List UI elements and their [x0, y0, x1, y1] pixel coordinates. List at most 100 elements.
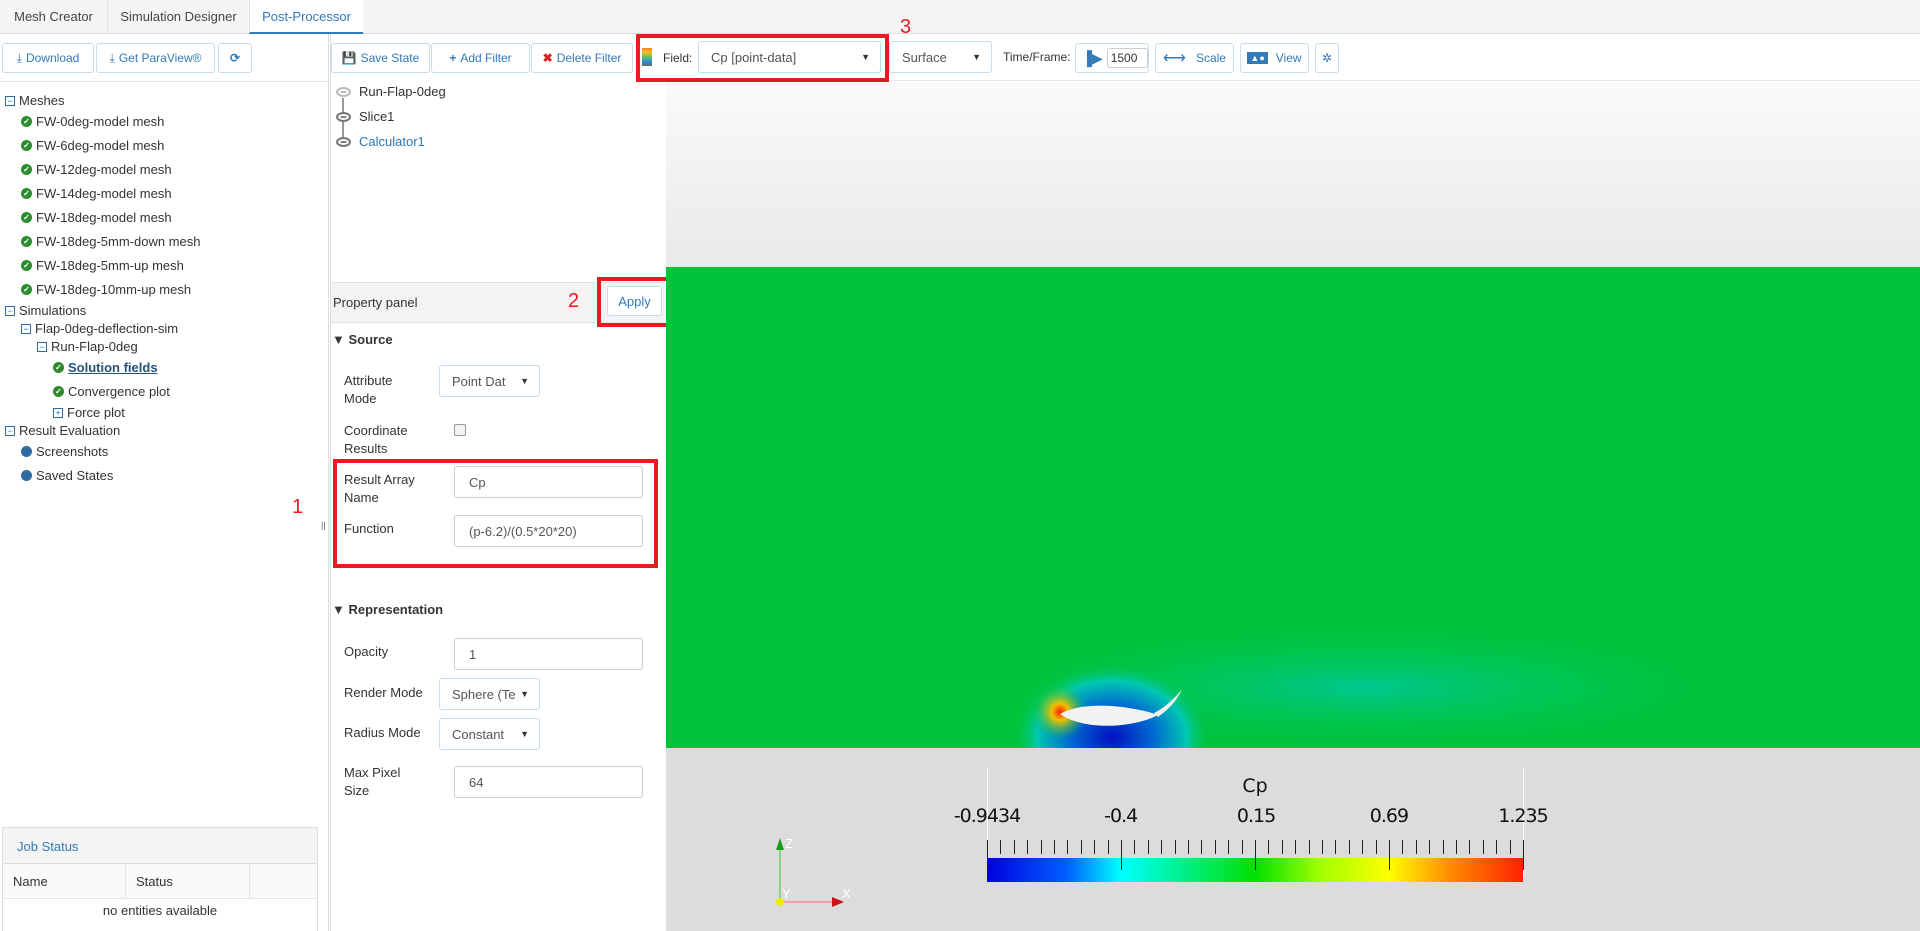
plus-icon: +: [449, 51, 457, 65]
tree-item-mesh[interactable]: ✓ FW-18deg-10mm-up mesh: [21, 282, 191, 297]
opacity-input[interactable]: 1: [454, 638, 643, 670]
check-circle-icon: ✓: [21, 284, 32, 295]
reset-camera-button[interactable]: ✲: [1315, 43, 1339, 73]
tab-simulation-designer[interactable]: Simulation Designer: [107, 0, 249, 34]
tree-item-result[interactable]: Saved States: [21, 468, 113, 483]
max-pixel-size-input[interactable]: 64: [454, 766, 643, 798]
colorbar-tick: [1375, 840, 1377, 854]
tree-item-label: FW-18deg-10mm-up mesh: [36, 282, 192, 297]
colorbar-tick: [1228, 840, 1230, 854]
collapse-icon[interactable]: −: [5, 305, 15, 316]
save-state-button[interactable]: 💾 Save State: [331, 43, 430, 73]
attribute-mode-value: Point Dat: [452, 373, 506, 389]
pipeline-item[interactable]: Slice1: [336, 109, 394, 124]
coordinate-results-checkbox[interactable]: [454, 424, 466, 436]
add-filter-button[interactable]: + Add Filter: [431, 43, 530, 73]
download-label: Download: [25, 51, 80, 65]
time-frame-input[interactable]: 1500: [1106, 48, 1148, 68]
colorbar-tick: [1362, 840, 1364, 854]
tree-node-simulation[interactable]: − Flap-0deg-deflection-sim: [21, 321, 178, 336]
job-status-title: Job Status: [3, 828, 317, 864]
tree-item-label: Force plot: [67, 405, 125, 420]
attribute-mode-label: Attribute Mode: [344, 373, 393, 406]
tree-item-mesh[interactable]: ✓ FW-0deg-model mesh: [21, 114, 164, 129]
tree-item-label: FW-18deg-5mm-up mesh: [36, 258, 184, 273]
get-paraview-button[interactable]: ⤓ Get ParaView®: [96, 43, 215, 73]
play-icon[interactable]: ▐▶: [1082, 50, 1103, 67]
column-header-status[interactable]: Status: [126, 864, 250, 898]
colorbar-tick: [1255, 840, 1256, 870]
source-section-toggle[interactable]: ▼ Source: [332, 331, 393, 349]
tree-node-run[interactable]: − Run-Flap-0deg: [37, 339, 138, 354]
colorbar-tick: [1027, 840, 1029, 854]
pipeline-item[interactable]: Run-Flap-0deg: [336, 84, 446, 99]
eye-icon[interactable]: [336, 136, 351, 147]
colorbar-tick: [1147, 840, 1149, 854]
refresh-button[interactable]: ⟳: [218, 43, 252, 73]
collapse-icon[interactable]: −: [37, 341, 47, 352]
delete-filter-button[interactable]: ✖ Delete Filter: [531, 43, 633, 73]
reset-camera-icon: ✲: [1321, 51, 1333, 65]
tree-item-solution-fields[interactable]: ✓ Solution fields: [53, 360, 158, 375]
colorbar-tick: [1281, 840, 1283, 854]
scale-label: Scale: [1195, 51, 1226, 65]
column-header-name[interactable]: Name: [3, 864, 126, 898]
eye-icon[interactable]: [336, 111, 351, 122]
save-state-label: Save State: [360, 51, 420, 65]
radius-mode-select[interactable]: Constant ▼: [439, 718, 540, 750]
tree-item-label: FW-14deg-model mesh: [36, 186, 172, 201]
tab-post-processor[interactable]: Post-Processor: [249, 0, 363, 34]
colorbar-tick: [1268, 840, 1270, 854]
tree-item-mesh[interactable]: ✓ FW-18deg-model mesh: [21, 210, 172, 225]
tree-item-mesh[interactable]: ✓ FW-12deg-model mesh: [21, 162, 172, 177]
attribute-mode-select[interactable]: Point Dat ▼: [439, 365, 540, 397]
colorbar-tick: [1295, 840, 1297, 854]
render-view[interactable]: Cp -0.9434 -0.4 0.15 0.69 1.235 Z Y X: [666, 82, 1920, 931]
colorbar-tick: [1496, 840, 1498, 854]
property-panel-title: Property panel: [333, 295, 418, 310]
job-status-panel: Job Status Name Status no entities avail…: [2, 827, 318, 931]
tree-item-label: Run-Flap-0deg: [51, 339, 138, 354]
colorbar-tick: [1174, 840, 1176, 854]
render-mode-select[interactable]: Sphere (Te ▼: [439, 678, 540, 710]
representation-section-toggle[interactable]: ▼ Representation: [332, 601, 443, 619]
tree-node-simulations[interactable]: − Simulations: [5, 303, 86, 318]
colorbar-tick: [1308, 840, 1310, 854]
pipeline-item[interactable]: Calculator1: [336, 134, 425, 149]
scale-button[interactable]: ⟷ Scale: [1155, 43, 1234, 73]
tree-item-mesh[interactable]: ✓ FW-18deg-5mm-down mesh: [21, 234, 200, 249]
tree-item-mesh[interactable]: ✓ FW-6deg-model mesh: [21, 138, 164, 153]
splitter-handle[interactable]: ||: [321, 520, 326, 530]
tree-node-meshes[interactable]: − Meshes: [5, 93, 65, 108]
representation-title: Representation: [348, 602, 444, 617]
tree-item-mesh[interactable]: ✓ FW-18deg-5mm-up mesh: [21, 258, 184, 273]
colorbar-title: Cp: [1242, 775, 1268, 797]
tab-mesh-creator[interactable]: Mesh Creator: [0, 0, 107, 34]
annotation-3: 3: [900, 16, 912, 38]
colorbar-tick: [1013, 840, 1015, 854]
tree-item-label: Meshes: [19, 93, 65, 108]
delete-filter-label: Delete Filter: [556, 51, 622, 65]
colorbar-tick: [1161, 840, 1163, 854]
view-button[interactable]: ▲● View: [1240, 43, 1309, 73]
colorbar-tick: [1335, 840, 1337, 854]
tree-item-convergence-plot[interactable]: ✓ Convergence plot: [53, 384, 170, 399]
tree-item-mesh[interactable]: ✓ FW-14deg-model mesh: [21, 186, 172, 201]
tree-item-result[interactable]: Screenshots: [21, 444, 108, 459]
highlight-box-1: [333, 459, 658, 568]
column-header-empty: [250, 864, 317, 898]
view-shapes-icon: ▲●: [1247, 52, 1268, 64]
representation-select[interactable]: Surface ▼: [889, 41, 992, 73]
collapse-icon[interactable]: −: [5, 95, 15, 106]
expand-icon[interactable]: +: [53, 407, 63, 418]
tree-item-force-plot[interactable]: + Force plot: [53, 405, 125, 420]
collapse-icon[interactable]: −: [5, 425, 15, 436]
eye-icon[interactable]: [336, 86, 351, 97]
collapse-icon[interactable]: −: [21, 323, 31, 334]
tree-node-result-evaluation[interactable]: − Result Evaluation: [5, 423, 120, 438]
save-icon: 💾: [341, 51, 357, 65]
y-axis-label: Y: [782, 886, 791, 901]
colorbar-tick: [1389, 840, 1390, 870]
download-button[interactable]: ⤓ Download: [2, 43, 94, 73]
opacity-label: Opacity: [344, 644, 389, 659]
